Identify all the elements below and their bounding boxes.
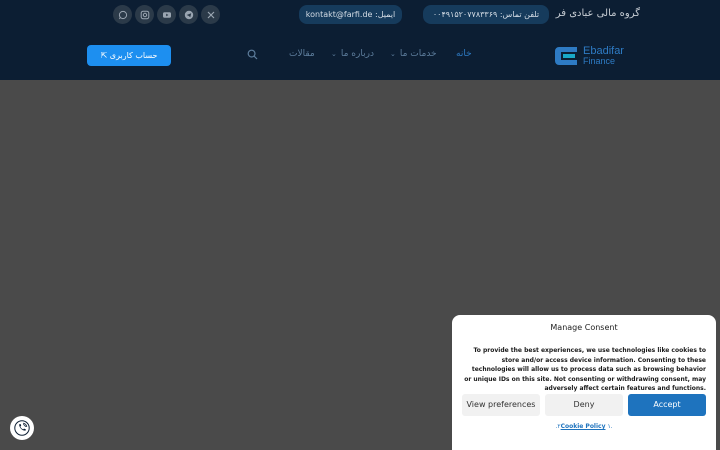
x-icon[interactable] — [201, 5, 220, 24]
logo-line-2: Finance — [583, 56, 616, 66]
call-button[interactable] — [10, 416, 34, 440]
telegram-icon[interactable] — [179, 5, 198, 24]
consent-body: To provide the best experiences, we use … — [464, 347, 706, 392]
nav-services[interactable]: خدمات ما⌄ — [390, 49, 437, 59]
consent-title: Manage Consent — [550, 323, 618, 332]
email-contact[interactable]: kontakt@farfi.de :ایمیل — [299, 5, 402, 24]
instagram-icon[interactable] — [135, 5, 154, 24]
cookie-policy-link[interactable]: Cookie Policy — [561, 423, 606, 430]
chevron-down-icon: ⌄ — [390, 50, 396, 58]
phone-icon — [14, 420, 30, 436]
link-suffix: ۱. — [607, 423, 613, 430]
logo-mark-icon — [555, 47, 577, 65]
site-logo[interactable]: Ebadifar Finance — [553, 43, 624, 69]
nav-articles[interactable]: مقالات — [289, 49, 315, 59]
nav-about[interactable]: درباره ما⌄ — [331, 49, 374, 59]
brand-text: گروه مالی عبادی فر — [555, 8, 640, 19]
deny-button[interactable]: Deny — [545, 394, 623, 416]
phone-contact[interactable]: تلفن تماس: ۰۰۴۹۱۵۲۰۷۷۸۳۳۶۹ — [423, 5, 549, 24]
accept-button[interactable]: Accept — [628, 394, 706, 416]
nav-home[interactable]: خانه — [456, 49, 472, 59]
search-icon[interactable] — [247, 49, 258, 60]
youtube-icon[interactable] — [157, 5, 176, 24]
view-preferences-button[interactable]: View preferences — [462, 394, 540, 416]
account-button[interactable]: حساب کاربری ⇱ — [87, 45, 171, 66]
chevron-down-icon: ⌄ — [331, 50, 337, 58]
consent-links: .۲Cookie Policy ۱. — [452, 423, 716, 430]
nav-about-label: درباره ما — [340, 49, 374, 59]
logo-line-1: Ebadifar — [583, 45, 624, 57]
top-bar: گروه مالی عبادی فر تلفن تماس: ۰۰۴۹۱۵۲۰۷۷… — [0, 0, 720, 30]
site-header: Ebadifar Finance خانه خدمات ما⌄ درباره م… — [0, 30, 720, 80]
nav-services-label: خدمات ما — [399, 49, 437, 59]
social-links — [113, 5, 220, 24]
whatsapp-icon[interactable] — [113, 5, 132, 24]
consent-dialog: Manage Consent To provide the best exper… — [452, 315, 716, 450]
